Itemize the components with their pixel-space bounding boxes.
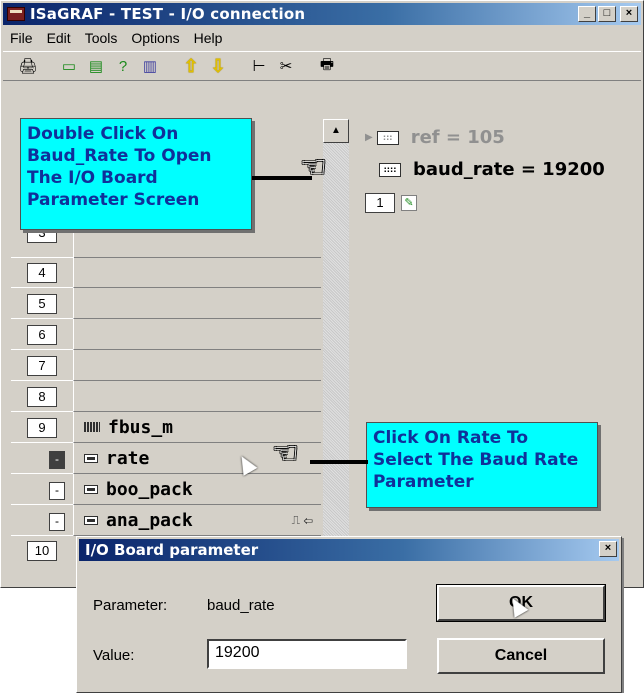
subitem-box: - [49, 482, 65, 500]
open-icon[interactable]: 🖨 [17, 55, 39, 77]
parameter-label: Parameter: [93, 597, 168, 614]
parameter-value: baud_rate [207, 597, 275, 614]
channel-row[interactable]: 5 [11, 288, 321, 319]
io-board-parameter-dialog: I/O Board parameter × Parameter: baud_ra… [76, 536, 622, 693]
scroll-up-button[interactable]: ▲ [323, 119, 349, 143]
slot-row: 1 ✎ [365, 193, 417, 213]
subitem-label: ana_pack [106, 509, 193, 531]
baud-rate-icon: :::: [379, 162, 401, 177]
subitem-cell[interactable]: boo_pack [73, 474, 321, 505]
dialog-title[interactable]: I/O Board parameter [79, 539, 619, 561]
minimize-button[interactable]: _ [578, 6, 596, 22]
channel-cell[interactable] [73, 319, 321, 350]
callout-pointer-line [310, 460, 368, 464]
subitem-row[interactable]: - boo_pack [11, 474, 321, 505]
window-title: ISaGRAF - TEST - I/O connection [30, 5, 306, 23]
board-name: fbus_m [108, 416, 174, 438]
up-arrow-icon[interactable]: ⇧ [180, 55, 202, 77]
ref-icon: ::: [376, 130, 399, 145]
subitem-label: rate [106, 447, 150, 469]
value-label: Value: [93, 647, 135, 664]
connect-icon[interactable]: ▤ [85, 55, 107, 77]
help-icon[interactable]: ? [112, 55, 134, 77]
subitem-box: - [49, 451, 65, 469]
subitem-row[interactable]: - ana_pack ⎍ ⇦ [11, 505, 321, 536]
channel-cell[interactable] [73, 288, 321, 319]
slot-number: 1 [365, 193, 395, 213]
channel-number: 9 [27, 418, 57, 438]
subitem-cell[interactable]: ana_pack ⎍ ⇦ [73, 505, 321, 536]
toolbar: 🖨 ▭ ▤ ? ▥ ⇧ ⇩ ⊢ ✂ 🖶 [3, 51, 641, 81]
delete-icon[interactable]: ▥ [139, 55, 161, 77]
parameter-icon [84, 484, 98, 494]
ref-text: ref = 105 [410, 127, 505, 148]
title-bar[interactable]: ISaGRAF - TEST - I/O connection _ □ × [3, 3, 641, 25]
parameter-icon [84, 453, 98, 463]
cut-icon[interactable]: ✂ [275, 55, 297, 77]
signal-icon: ⎍ ⇦ [291, 513, 313, 527]
down-arrow-icon[interactable]: ⇩ [207, 55, 229, 77]
channel-cell[interactable] [73, 257, 321, 288]
menu-bar: File Edit Tools Options Help [3, 27, 641, 49]
dialog-close-button[interactable]: × [599, 541, 617, 557]
channel-row[interactable]: 4 [11, 257, 321, 288]
baud-rate-line[interactable]: :::: baud_rate = 19200 [365, 159, 605, 180]
menu-help[interactable]: Help [187, 30, 230, 46]
value-input[interactable]: 19200 [207, 639, 407, 669]
channel-cell[interactable] [73, 381, 321, 412]
channel-cell[interactable] [73, 350, 321, 381]
maximize-button[interactable]: □ [598, 6, 616, 22]
ref-line[interactable]: ▶ ::: ref = 105 [365, 127, 505, 148]
channel-number: 5 [27, 294, 57, 314]
parameter-panel: ▶ ::: ref = 105 :::: baud_rate = 19200 1… [355, 119, 641, 319]
menu-tools[interactable]: Tools [78, 30, 125, 46]
tree-icon[interactable]: ⊢ [248, 55, 270, 77]
channel-number: 7 [27, 356, 57, 376]
channel-row[interactable]: 7 [11, 350, 321, 381]
callout-double-click: Double Click On Baud_Rate To Open The I/… [20, 118, 252, 230]
channel-number: 8 [27, 387, 57, 407]
edit-pencil-icon[interactable]: ✎ [401, 195, 417, 211]
channel-number: 4 [27, 263, 57, 283]
menu-edit[interactable]: Edit [40, 30, 78, 46]
channel-row[interactable]: 6 [11, 319, 321, 350]
menu-options[interactable]: Options [124, 30, 186, 46]
channel-number: 10 [27, 541, 57, 561]
print-icon[interactable]: 🖶 [316, 55, 338, 77]
subitem-label: boo_pack [106, 478, 193, 500]
board-icon [84, 422, 100, 432]
parameter-icon [84, 515, 98, 525]
cancel-button[interactable]: Cancel [437, 638, 605, 674]
channel-number: 6 [27, 325, 57, 345]
isagraf-app-icon [7, 7, 25, 21]
channel-row[interactable]: 8 [11, 381, 321, 412]
edit-icon[interactable]: ▭ [58, 55, 80, 77]
close-button[interactable]: × [620, 6, 638, 22]
window-controls: _ □ × [578, 6, 638, 22]
expand-icon: ▶ [365, 132, 373, 143]
pointing-hand-icon: ☜ [272, 437, 299, 470]
callout-click-rate: Click On Rate To Select The Baud Rate Pa… [366, 422, 598, 508]
menu-file[interactable]: File [3, 30, 40, 46]
channel-row[interactable]: 3 [11, 223, 321, 258]
channel-cell[interactable] [73, 227, 321, 258]
pointing-hand-icon: ☜ [300, 151, 327, 184]
baud-rate-text: baud_rate = 19200 [413, 159, 605, 180]
subitem-box: - [49, 513, 65, 531]
